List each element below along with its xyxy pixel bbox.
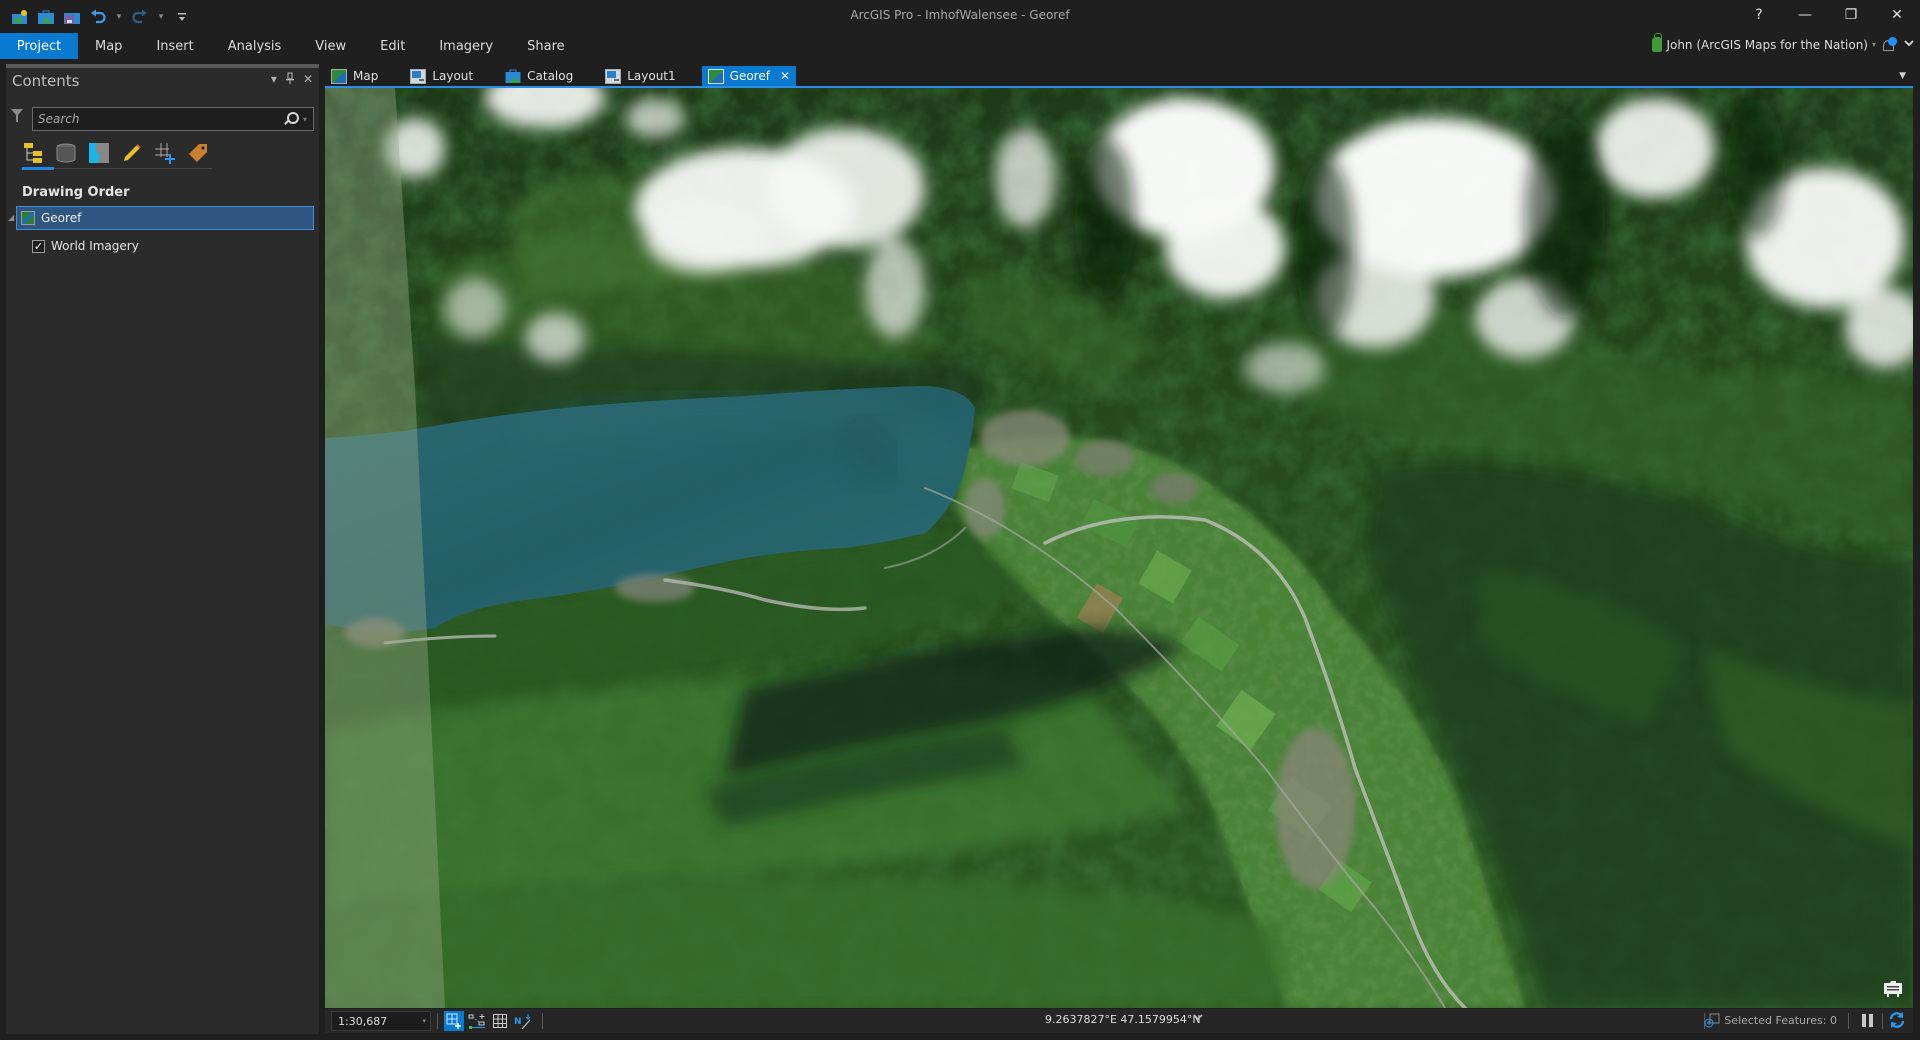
tab-layout1[interactable]: Layout1	[599, 66, 689, 86]
quick-access-toolbar: ▾ ▾	[10, 6, 192, 28]
list-by-editing-icon[interactable]	[121, 142, 143, 164]
list-by-labeling-icon[interactable]	[187, 142, 209, 164]
redo-icon[interactable]	[130, 8, 150, 26]
tab-label: Layout	[432, 69, 474, 83]
layout-icon	[410, 68, 427, 84]
drawing-order-heading: Drawing Order	[22, 185, 130, 200]
tab-catalog[interactable]: Catalog	[499, 66, 587, 86]
minimize-button[interactable]: —	[1782, 0, 1828, 30]
map-icon	[707, 68, 724, 84]
catalog-icon	[505, 69, 521, 84]
map-icon	[331, 68, 347, 84]
view-tabs: Map Layout Catalog Layout1 Georef ✕	[325, 66, 1913, 86]
attribution-toggle-icon[interactable]	[1883, 980, 1903, 998]
ribbon-tab-insert[interactable]: Insert	[139, 33, 210, 59]
filter-icon[interactable]	[10, 108, 24, 124]
title-bar: ▾ ▾ ArcGIS Pro - ImhofWalensee - Georef …	[0, 0, 1920, 32]
map-icon	[21, 211, 35, 225]
contents-title: Contents	[12, 72, 80, 90]
signed-in-icon	[1652, 33, 1663, 52]
ribbon-collapse-icon[interactable]	[1904, 37, 1914, 50]
contents-view-toolbar	[22, 142, 209, 164]
visibility-checkbox[interactable]: ✓	[32, 239, 45, 253]
pause-drawing-icon[interactable]	[1861, 1012, 1875, 1029]
help-button[interactable]: ?	[1736, 0, 1782, 30]
window-title: ArcGIS Pro - ImhofWalensee - Georef	[850, 8, 1070, 22]
divider	[1882, 1013, 1883, 1029]
contents-search: ▾	[32, 107, 314, 131]
restore-button[interactable]: ❐	[1828, 0, 1874, 30]
close-tab-icon[interactable]: ✕	[780, 69, 790, 83]
ribbon-tab-edit[interactable]: Edit	[363, 33, 422, 59]
world-imagery-basemap	[325, 88, 1913, 1008]
undo-dropdown-icon[interactable]: ▾	[114, 8, 124, 26]
ribbon-tab-imagery[interactable]: Imagery	[422, 33, 510, 59]
contents-pane: Contents ▾ ✕ ▾	[6, 64, 319, 1034]
divider	[1848, 1013, 1849, 1029]
tab-layout[interactable]: Layout	[404, 66, 487, 86]
user-account[interactable]: John (ArcGIS Maps for the Nation) ▾	[1652, 33, 1876, 52]
expand-collapse-icon[interactable]: ◢	[8, 213, 14, 222]
save-project-icon[interactable]	[62, 8, 82, 26]
customize-qat-icon[interactable]	[172, 8, 192, 26]
list-by-snapping-icon[interactable]	[154, 142, 176, 164]
divider	[437, 1013, 438, 1029]
rotation-icon[interactable]: N	[513, 1011, 533, 1031]
active-view-indicator	[22, 167, 54, 170]
close-button[interactable]: ✕	[1874, 0, 1920, 30]
user-name: John (ArcGIS Maps for the Nation)	[1666, 37, 1868, 52]
search-icon[interactable]	[283, 111, 299, 127]
divider	[542, 1013, 543, 1029]
ribbon-tabs: Project Map Insert Analysis View Edit Im…	[0, 33, 1920, 59]
window-controls: ? — ❐ ✕	[1736, 0, 1920, 30]
notifications-icon[interactable]	[1882, 37, 1898, 53]
coordinate-format-dropdown[interactable]	[1193, 1011, 1203, 1024]
map-view[interactable]	[325, 88, 1913, 1008]
undo-icon[interactable]	[88, 8, 108, 26]
tab-label: Layout1	[627, 69, 676, 83]
tab-map[interactable]: Map	[325, 66, 392, 86]
layer-label: Georef	[41, 211, 82, 225]
ribbon-tab-share[interactable]: Share	[510, 33, 582, 59]
layer-item-world-imagery[interactable]: ✓ World Imagery	[32, 236, 139, 256]
tab-label: Map	[353, 69, 379, 83]
grid-icon[interactable]	[490, 1011, 510, 1031]
search-input[interactable]	[33, 112, 283, 126]
tab-label: Catalog	[527, 69, 574, 83]
pane-options-icon[interactable]: ▾	[271, 72, 277, 87]
chevron-down-icon: ▾	[1871, 40, 1876, 49]
redo-dropdown-icon[interactable]: ▾	[156, 8, 166, 26]
ribbon-tab-analysis[interactable]: Analysis	[211, 33, 299, 59]
list-by-drawing-order-icon[interactable]	[22, 142, 44, 164]
new-project-icon[interactable]	[10, 8, 30, 26]
scale-selector[interactable]: 1:30,687 ▾	[331, 1011, 431, 1031]
selected-features[interactable]: Selected Features: 0	[1704, 1013, 1837, 1028]
list-by-data-source-icon[interactable]	[55, 142, 77, 164]
scale-value: 1:30,687	[338, 1014, 388, 1028]
layout-icon	[605, 68, 622, 84]
layer-label: World Imagery	[51, 239, 139, 253]
refresh-icon[interactable]	[1887, 1011, 1907, 1031]
contents-header: Contents ▾ ✕	[6, 68, 319, 94]
layer-item-georef[interactable]: Georef	[16, 206, 314, 230]
tab-georef[interactable]: Georef ✕	[701, 66, 797, 86]
tab-label: Georef	[729, 69, 770, 83]
fixed-zoom-icon[interactable]	[444, 1011, 464, 1031]
pin-icon[interactable]	[285, 72, 295, 87]
coordinate-readout: 9.2637827°E 47.1579954°N	[1045, 1013, 1201, 1026]
selected-features-label: Selected Features: 0	[1724, 1014, 1837, 1027]
snapping-icon[interactable]	[467, 1011, 487, 1031]
ribbon-tab-view[interactable]: View	[298, 33, 363, 59]
pane-close-icon[interactable]: ✕	[303, 72, 313, 87]
tabs-overflow-icon[interactable]: ▼	[1899, 71, 1906, 81]
search-options-icon[interactable]: ▾	[303, 115, 307, 124]
list-by-selection-icon[interactable]	[88, 142, 110, 164]
ribbon-tab-project[interactable]: Project	[0, 33, 78, 59]
map-status-bar: 1:30,687 ▾ N 9.2637827°E 47.1579954°N Se…	[325, 1009, 1913, 1033]
open-project-icon[interactable]	[36, 8, 56, 26]
ribbon-tab-map[interactable]: Map	[78, 33, 139, 59]
chevron-down-icon: ▾	[422, 1017, 426, 1025]
svg-text:N: N	[514, 1017, 522, 1027]
pane-controls: ▾ ✕	[271, 72, 313, 87]
